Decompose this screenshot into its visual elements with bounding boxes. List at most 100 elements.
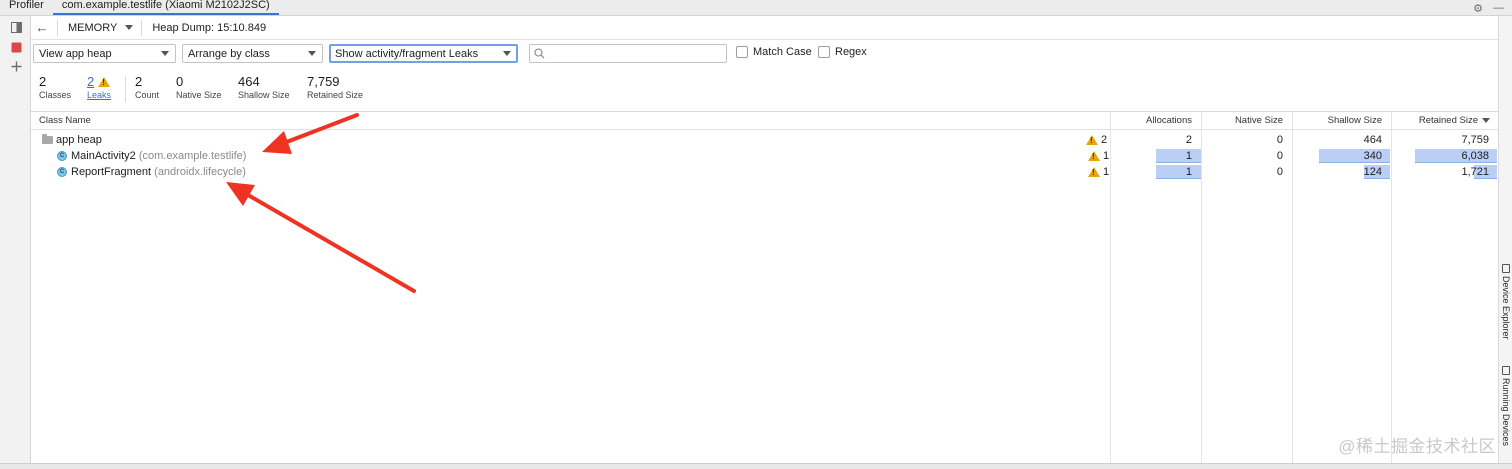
stat-native-size-value: 0: [176, 74, 184, 89]
heap-select-value: View app heap: [39, 47, 112, 60]
row-leak-count: 1: [1088, 148, 1109, 164]
row-shallow-size: 340: [1363, 150, 1382, 162]
row-class-name-text: ReportFragment: [71, 166, 152, 178]
regex-option[interactable]: Regex: [818, 46, 867, 58]
chevron-down-icon: [125, 25, 134, 30]
running-devices-label: Running Devices: [1501, 378, 1511, 447]
heap-dump-toolbar: ← MEMORY Heap Dump: 15:10.849: [31, 16, 1498, 40]
row-leak-count-value: 1: [1103, 150, 1110, 162]
heap-select[interactable]: View app heap: [33, 44, 176, 63]
tab-session[interactable]: com.example.testlife (Xiaomi M2102J2SC): [52, 0, 279, 15]
stat-leaks[interactable]: 2 Leaks: [87, 74, 111, 101]
toolbar-divider: [141, 19, 143, 36]
row-class-name-text: MainActivity2: [71, 150, 136, 162]
table-row[interactable]: C MainActivity2 (com.example.testlife) 1…: [31, 148, 1498, 164]
match-case-label: Match Case: [753, 46, 812, 58]
heap-summary: 2 Classes 2 Leaks 2 Count 0 Native Size …: [31, 72, 1498, 106]
row-retained-size: 6,038: [1461, 150, 1489, 162]
row-leak-count-value: 2: [1101, 134, 1108, 146]
row-shallow-size: 124: [1363, 166, 1382, 178]
watermark: @稀土掘金技术社区: [1338, 437, 1496, 456]
folder-icon: [42, 134, 53, 144]
row-package-name: (androidx.lifecycle): [154, 166, 246, 178]
layout-toggle-icon[interactable]: [9, 20, 23, 34]
arrange-select-value: Arrange by class: [188, 47, 270, 60]
back-arrow-icon[interactable]: ←: [31, 20, 53, 35]
row-shallow-size: 464: [1363, 134, 1382, 146]
filter-toolbar: View app heap Arrange by class Show acti…: [31, 42, 1498, 66]
row-allocations: 1: [1185, 150, 1192, 162]
row-retained-size: 1,721: [1461, 166, 1489, 178]
right-tool-strip: Device Explorer Running Devices: [1498, 16, 1512, 463]
column-header-retained-size-label: Retained Size: [1418, 115, 1478, 126]
leak-filter-select[interactable]: Show activity/fragment Leaks: [329, 44, 518, 63]
column-header-native-size[interactable]: Native Size: [1201, 112, 1292, 130]
chevron-down-icon: [503, 51, 511, 56]
row-class-name: MainActivity2 (com.example.testlife): [71, 148, 246, 164]
minimize-icon[interactable]: —: [1493, 2, 1504, 14]
class-icon: C: [57, 167, 67, 177]
stat-count-value: 2: [135, 74, 143, 89]
row-native-size: 0: [1276, 166, 1283, 178]
regex-label: Regex: [835, 46, 867, 58]
stat-retained-size: 7,759 Retained Size: [307, 74, 363, 101]
heap-dump-label: Heap Dump: 15:10.849: [152, 21, 267, 34]
row-package-name: (com.example.testlife): [138, 150, 247, 162]
arrange-select[interactable]: Arrange by class: [182, 44, 323, 63]
column-header-allocations[interactable]: Allocations: [1110, 112, 1201, 130]
device-explorer-tool[interactable]: Device Explorer: [1500, 264, 1512, 340]
table-row[interactable]: C ReportFragment (androidx.lifecycle) 1 …: [31, 164, 1498, 180]
stat-leaks-value[interactable]: 2: [87, 74, 94, 89]
stat-shallow-size-value: 464: [238, 74, 260, 89]
table-row[interactable]: app heap 2 2 0 464 7,759: [31, 132, 1498, 148]
profiler-type-dropdown[interactable]: MEMORY: [62, 22, 137, 34]
search-icon: [534, 48, 545, 59]
row-leak-count: 2: [1086, 132, 1107, 148]
regex-checkbox[interactable]: [818, 46, 830, 58]
sort-descending-icon: [1482, 118, 1490, 123]
stat-classes-label: Classes: [39, 90, 72, 100]
stop-recording-icon[interactable]: [9, 40, 23, 54]
running-devices-icon: [1502, 366, 1510, 375]
stat-classes-value: 2: [39, 74, 47, 89]
chevron-down-icon: [161, 51, 169, 56]
row-allocations: 2: [1185, 134, 1192, 146]
stat-retained-size-value: 7,759: [307, 74, 340, 89]
profiler-type-label: MEMORY: [68, 21, 118, 34]
stat-leaks-label[interactable]: Leaks: [87, 90, 111, 101]
running-devices-tool[interactable]: Running Devices: [1500, 366, 1512, 446]
row-native-size: 0: [1276, 150, 1283, 162]
row-retained-size: 7,759: [1461, 134, 1489, 146]
toolbar-divider: [57, 19, 58, 36]
match-case-option[interactable]: Match Case: [736, 46, 812, 58]
column-header-class-name[interactable]: Class Name: [39, 112, 339, 130]
class-icon: C: [57, 151, 67, 161]
device-explorer-icon: [1502, 264, 1510, 273]
class-search-input[interactable]: [529, 44, 727, 63]
bottom-tool-bar: [0, 463, 1512, 469]
warning-icon: [1088, 167, 1100, 177]
stat-classes: 2 Classes: [39, 74, 71, 101]
row-class-name: app heap: [56, 134, 102, 146]
tab-strip-actions: ⚙ —: [1473, 0, 1504, 16]
add-session-icon[interactable]: [9, 59, 23, 73]
column-header-shallow-size[interactable]: Shallow Size: [1292, 112, 1391, 130]
gear-icon[interactable]: ⚙: [1473, 2, 1483, 15]
stat-shallow-size-label: Shallow Size: [238, 90, 290, 100]
left-tool-strip: [0, 16, 31, 463]
leak-filter-value: Show activity/fragment Leaks: [335, 47, 479, 60]
device-explorer-label: Device Explorer: [1501, 276, 1511, 340]
row-allocations: 1: [1185, 166, 1192, 178]
memory-profiler-panel: ← MEMORY Heap Dump: 15:10.849 View app h…: [31, 16, 1498, 464]
warning-icon: [1086, 135, 1098, 145]
table-header: Class Name Allocations Native Size Shall…: [31, 112, 1498, 130]
row-leak-count: 1: [1088, 164, 1109, 180]
stat-native-size: 0 Native Size: [176, 74, 222, 101]
column-header-retained-size[interactable]: Retained Size: [1391, 112, 1498, 130]
warning-icon: [98, 76, 111, 87]
stat-count: 2 Count: [135, 74, 159, 101]
match-case-checkbox[interactable]: [736, 46, 748, 58]
tab-strip: Profiler com.example.testlife (Xiaomi M2…: [0, 0, 1512, 16]
row-native-size: 0: [1276, 134, 1283, 146]
tab-profiler[interactable]: Profiler: [0, 0, 53, 15]
